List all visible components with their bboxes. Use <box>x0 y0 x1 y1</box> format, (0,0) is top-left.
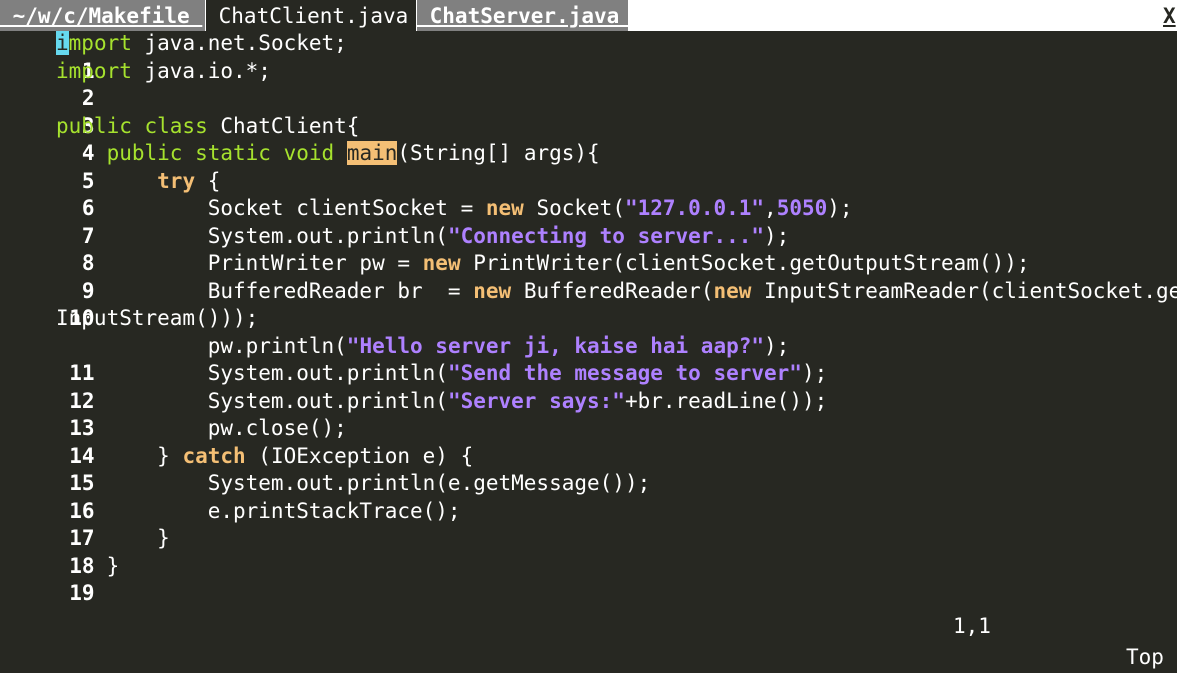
code-text: } <box>56 526 170 550</box>
code-text: InputStream())); <box>56 306 259 330</box>
code-text: e.printStackTrace(); <box>56 498 461 523</box>
code-text: BufferedReader br = new BufferedReader(n… <box>56 278 1177 303</box>
code-line: 14 pw.close(); <box>0 415 1177 468</box>
match-highlight: main <box>346 141 398 165</box>
code-text: System.out.println("Connecting to server… <box>56 223 790 248</box>
code-line: 6 try { <box>0 168 1177 221</box>
tab-chatclient[interactable]: ChatClient.java <box>206 0 416 31</box>
code-text: System.out.println(e.getMessage()); <box>56 471 651 495</box>
code-line: 13 System.out.println("Server says:"+br.… <box>0 388 1177 441</box>
code-editor[interactable]: 1 import java.net.Socket; 2 import java.… <box>0 30 1177 606</box>
code-line: 7 Socket clientSocket = new Socket("127.… <box>0 195 1177 248</box>
code-line: 16 System.out.println(e.getMessage()); <box>0 470 1177 523</box>
code-text: try { <box>157 168 221 193</box>
code-line: 10 BufferedReader br = new BufferedReade… <box>0 278 1177 331</box>
code-line: 4 public class ChatClient{ <box>0 113 1177 166</box>
code-text: } catch (IOException e) { <box>56 443 474 468</box>
status-line: 1,1 Top <box>0 580 1177 669</box>
code-line: 11 pw.println("Hello server ji, kaise ha… <box>0 333 1177 386</box>
code-text: public static void main(String[] args){ <box>106 141 600 165</box>
code-line: 5 public static void main(String[] args)… <box>0 140 1177 193</box>
scroll-position: Top <box>1126 645 1164 669</box>
code-line: InputStream())); <box>0 305 1177 333</box>
close-tab-button[interactable]: X <box>1163 0 1177 31</box>
code-line: 1 import java.net.Socket; <box>0 30 1177 83</box>
text-cursor: i <box>56 31 69 55</box>
code-text: } <box>56 553 120 578</box>
code-text: import java.net.Socket; <box>56 31 347 55</box>
tab-line: ~/w/c/Makefile ChatClient.java ChatServe… <box>0 0 1177 31</box>
tab-makefile[interactable]: ~/w/c/Makefile <box>0 0 205 31</box>
tab-chatserver[interactable]: ChatServer.java <box>417 0 628 31</box>
code-text: pw.println("Hello server ji, kaise hai a… <box>56 333 790 358</box>
code-line: 17 e.printStackTrace(); <box>0 498 1177 551</box>
code-line: 15 } catch (IOException e) { <box>0 443 1177 496</box>
code-line: 8 System.out.println("Connecting to serv… <box>0 223 1177 276</box>
code-line: 19 } <box>0 553 1177 606</box>
code-text: import java.io.*; <box>56 58 271 83</box>
code-text: Socket clientSocket = new Socket("127.0.… <box>56 196 853 220</box>
code-line: 3 <box>0 85 1177 138</box>
code-line: 2 import java.io.*; <box>0 58 1177 111</box>
code-text: PrintWriter pw = new PrintWriter(clientS… <box>56 251 1030 275</box>
cursor-position: 1,1 <box>953 614 991 638</box>
code-line: 9 PrintWriter pw = new PrintWriter(clien… <box>0 250 1177 303</box>
code-line: 12 System.out.println("Send the message … <box>0 360 1177 413</box>
code-text: System.out.println("Server says:"+br.rea… <box>56 388 828 413</box>
code-text: public class ChatClient{ <box>56 113 360 138</box>
code-line: 18 } <box>0 525 1177 578</box>
code-text: pw.close(); <box>56 416 347 440</box>
code-text: System.out.println("Send the message to … <box>56 361 828 385</box>
